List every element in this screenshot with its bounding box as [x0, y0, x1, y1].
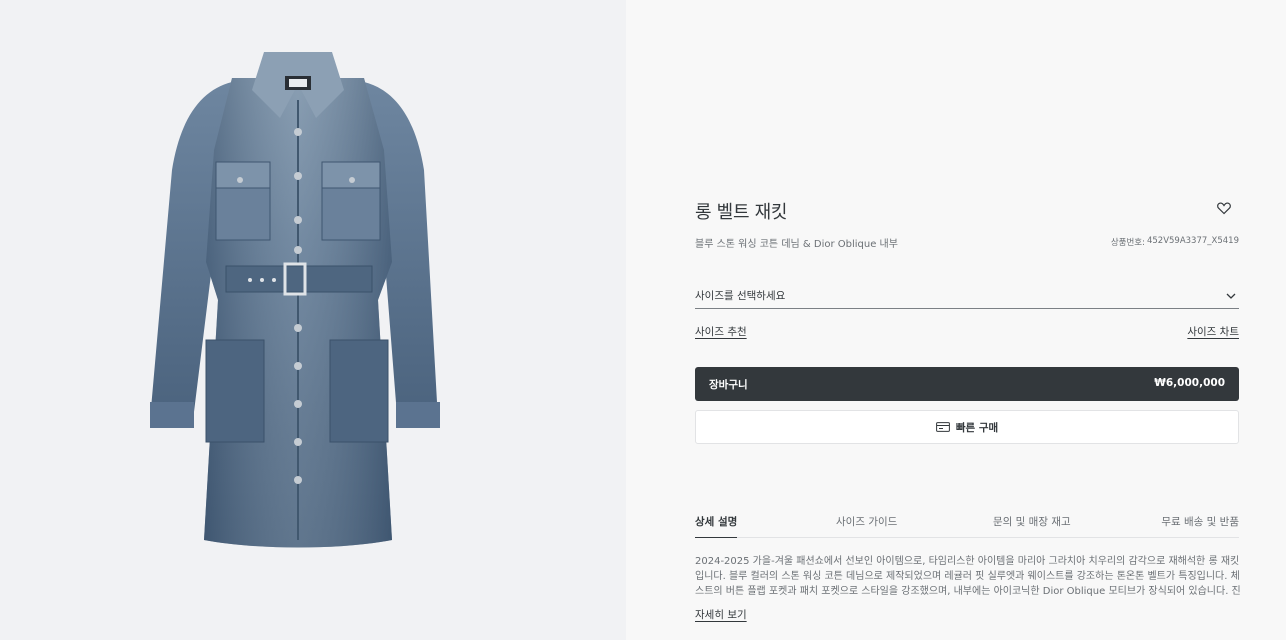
reference-value: 452V59A3377_X5419: [1146, 236, 1239, 246]
product-image: [150, 52, 440, 548]
chevron-down-icon: [1226, 293, 1236, 299]
add-to-cart-button[interactable]: 장바구니 ₩6,000,000: [695, 367, 1239, 401]
size-select[interactable]: 사이즈를 선택하세요: [695, 284, 1239, 309]
product-title: 롱 벨트 재킷: [695, 202, 788, 223]
size-chart-link[interactable]: 사이즈 차트: [1187, 324, 1239, 339]
product-price: ₩6,000,000: [1154, 377, 1225, 389]
add-to-cart-label: 장바구니: [709, 379, 748, 391]
product-subtitle: 블루 스톤 워싱 코튼 데님 & Dior Oblique 내부: [695, 239, 898, 250]
product-image-gallery[interactable]: [0, 0, 626, 640]
tab-size-guide[interactable]: 사이즈 가이드: [836, 514, 897, 538]
tab-inquiry-stock[interactable]: 문의 및 매장 재고: [993, 514, 1071, 538]
read-more-link[interactable]: 자세히 보기: [695, 607, 747, 622]
product-info-panel: 롱 벨트 재킷 블루 스톤 워싱 코튼 데님 & Dior Oblique 내부…: [626, 0, 1286, 640]
size-recommend-link[interactable]: 사이즈 추천: [695, 324, 747, 339]
quick-buy-button[interactable]: 빠른 구매: [695, 410, 1239, 444]
tab-shipping-returns[interactable]: 무료 배송 및 반품: [1161, 514, 1239, 538]
product-reference: 상품번호: 452V59A3377_X5419: [1111, 236, 1239, 248]
product-description: 2024-2025 가을-겨울 패션쇼에서 선보인 아이템으로, 타임리스한 아…: [695, 556, 1241, 597]
tab-details[interactable]: 상세 설명: [695, 514, 738, 538]
product-tabs: 상세 설명 사이즈 가이드 문의 및 매장 재고 무료 배송 및 반품: [695, 512, 1239, 538]
quick-buy-label: 빠른 구매: [955, 421, 999, 434]
size-select-placeholder: 사이즈를 선택하세요: [695, 290, 786, 302]
heart-icon[interactable]: [1216, 200, 1232, 216]
reference-label: 상품번호:: [1110, 238, 1145, 248]
card-icon: [935, 422, 950, 432]
